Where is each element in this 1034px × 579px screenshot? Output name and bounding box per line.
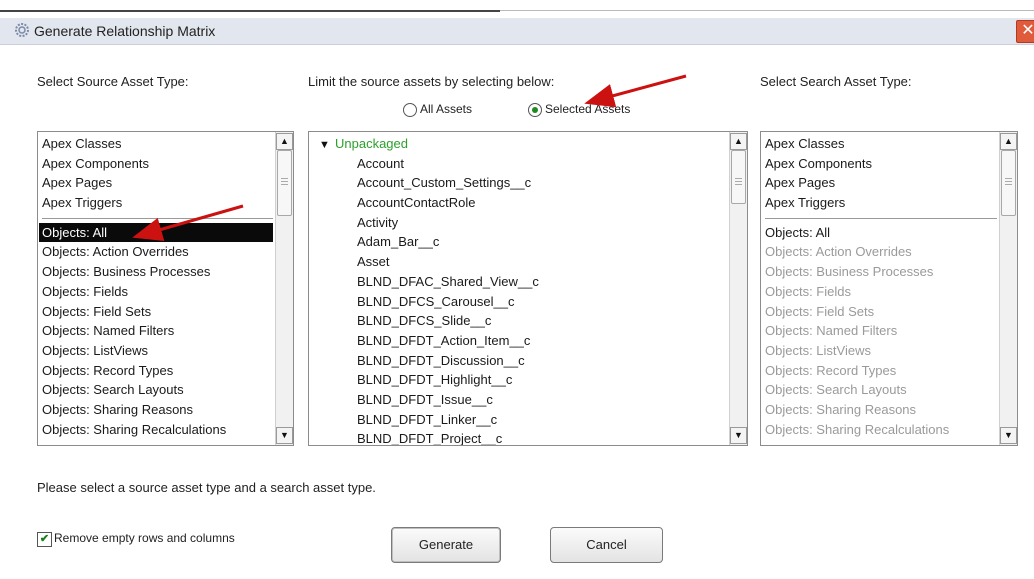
annotation-arrow-source — [132, 204, 244, 241]
annotation-arrow-selected-assets — [584, 74, 687, 108]
annotation-arrows — [132, 74, 687, 241]
